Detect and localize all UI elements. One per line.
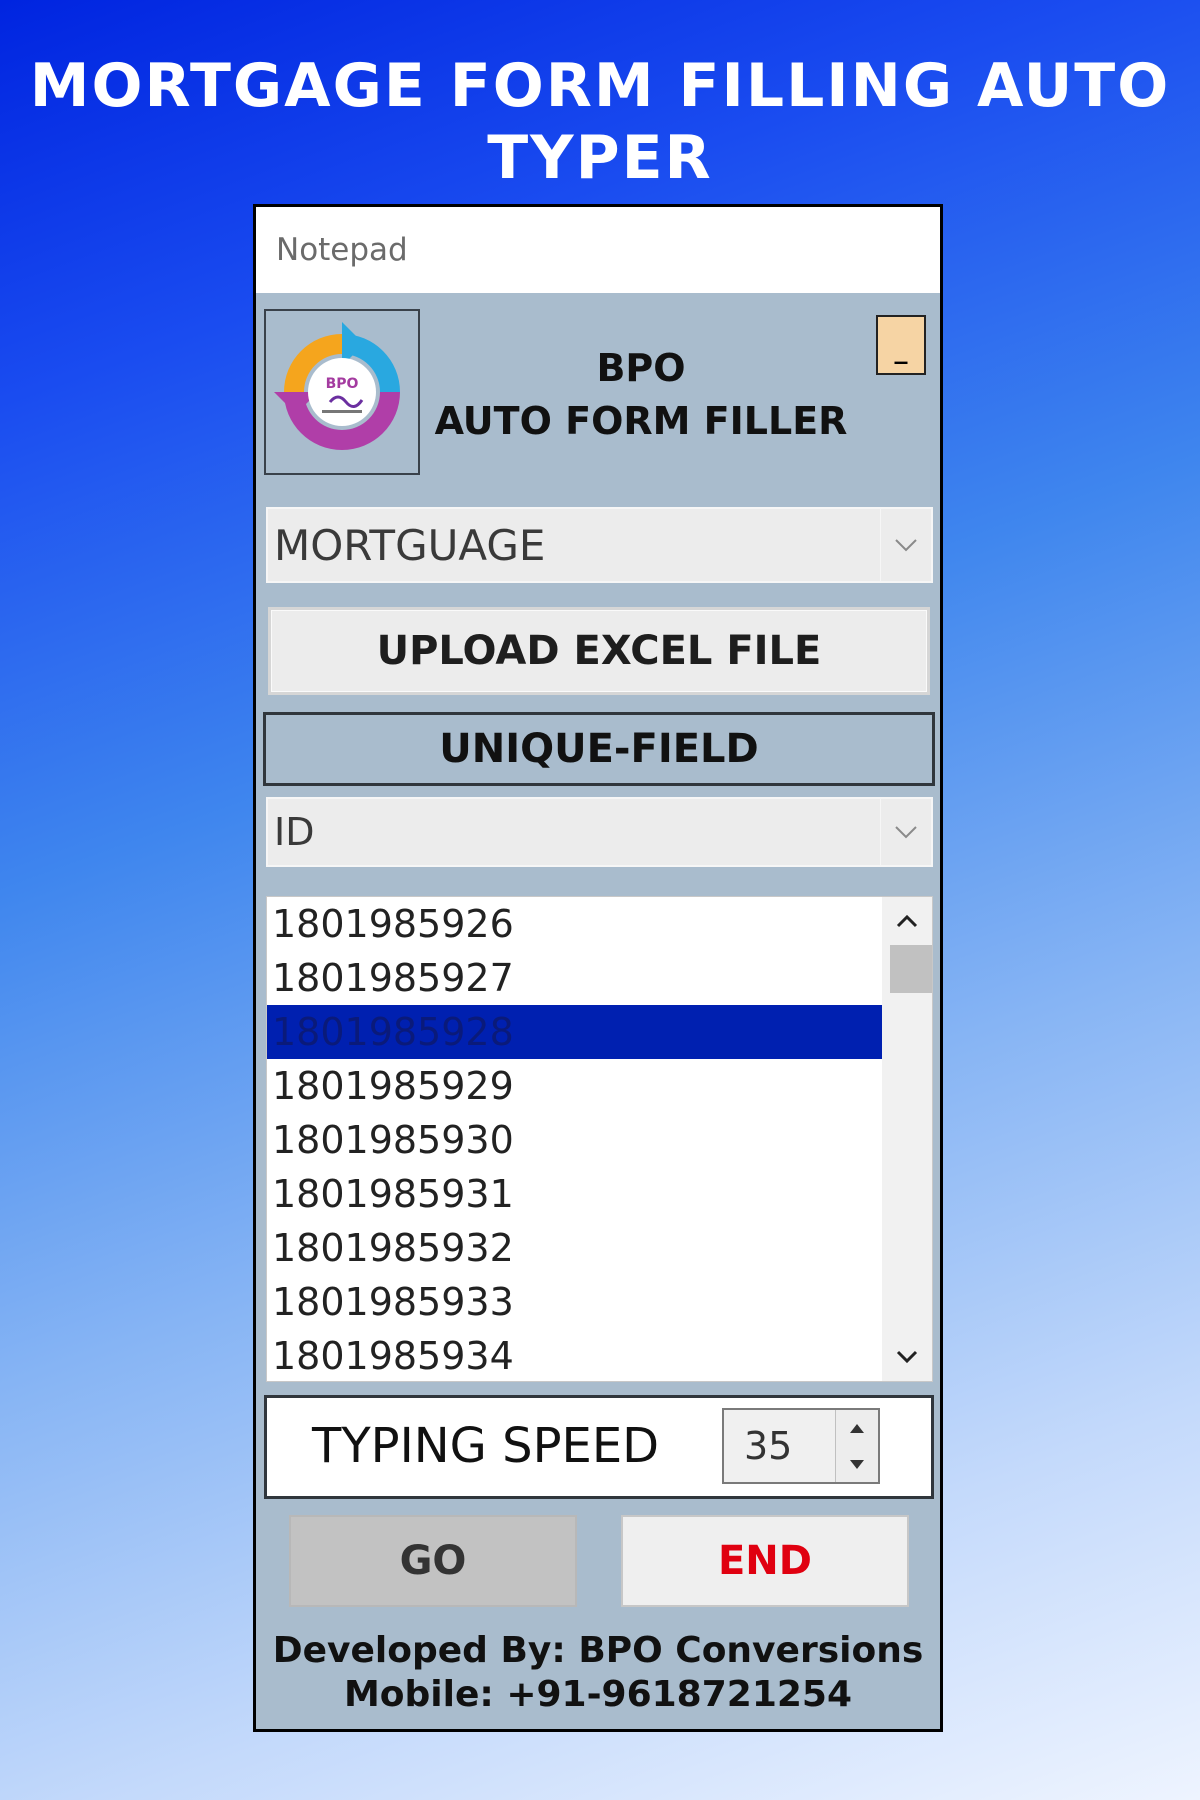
app-logo: BPO (264, 309, 420, 475)
developer-credit: Developed By: BPO Conversions (272, 1630, 924, 1671)
list-item[interactable]: 1801985929 (267, 1059, 882, 1113)
svg-text:BPO: BPO (326, 376, 359, 392)
list-item[interactable]: 1801985932 (267, 1221, 882, 1275)
upload-excel-button[interactable]: UPLOAD EXCEL FILE (268, 607, 930, 695)
go-button[interactable]: GO (289, 1515, 577, 1607)
unique-field-dropdown[interactable]: ID (266, 797, 933, 867)
list-item[interactable]: 1801985926 (267, 897, 882, 951)
list-item[interactable]: 1801985931 (267, 1167, 882, 1221)
window-title: Notepad (276, 232, 408, 268)
list-scrollbar[interactable] (882, 897, 932, 1381)
typing-speed-label: TYPING SPEED (312, 1418, 660, 1474)
app-title-line2: AUTO FORM FILLER (434, 399, 848, 443)
form-type-dropdown[interactable]: MORTGUAGE (266, 507, 933, 583)
credits: Developed By: BPO Conversions Mobile: +9… (256, 1629, 940, 1717)
chevron-down-icon[interactable] (882, 1333, 932, 1381)
list-item-selected[interactable]: 1801985928 (267, 1005, 882, 1059)
list-item[interactable]: 1801985933 (267, 1275, 882, 1329)
unique-field-label: UNIQUE-FIELD (263, 712, 935, 786)
app-title-line1: BPO (596, 346, 686, 390)
typing-speed-stepper[interactable]: 35 (722, 1408, 880, 1484)
chevron-up-icon[interactable] (882, 897, 932, 945)
app-title: BPO AUTO FORM FILLER (426, 342, 856, 448)
banner-title: MORTGAGE FORM FILLING AUTO TYPER (29, 51, 1171, 193)
list-item[interactable]: 1801985930 (267, 1113, 882, 1167)
chevron-down-icon[interactable] (880, 509, 931, 581)
id-list: 1801985926 1801985927 1801985928 1801985… (267, 897, 882, 1381)
typing-speed-panel: TYPING SPEED 35 (264, 1395, 934, 1499)
list-item[interactable]: 1801985934 (267, 1329, 882, 1381)
form-type-value: MORTGUAGE (274, 520, 546, 570)
triangle-up-icon[interactable] (836, 1410, 878, 1446)
id-listbox[interactable]: 1801985926 1801985927 1801985928 1801985… (266, 896, 933, 1382)
mobile-number: Mobile: +91-9618721254 (343, 1674, 853, 1715)
chevron-down-icon[interactable] (880, 799, 931, 865)
typing-speed-value[interactable]: 35 (744, 1420, 792, 1472)
bpo-logo-icon: BPO (274, 322, 400, 450)
end-button[interactable]: END (621, 1515, 909, 1607)
window-titlebar: Notepad (256, 207, 940, 293)
minimize-button[interactable]: _ (876, 315, 926, 375)
unique-field-value: ID (274, 810, 315, 854)
stepper-buttons (835, 1410, 878, 1482)
triangle-down-icon[interactable] (836, 1446, 878, 1482)
app-window: Notepad BPO BPO AUTO FORM FILLER _ MORTG… (253, 204, 943, 1732)
list-item[interactable]: 1801985927 (267, 951, 882, 1005)
scrollbar-thumb[interactable] (890, 945, 932, 993)
